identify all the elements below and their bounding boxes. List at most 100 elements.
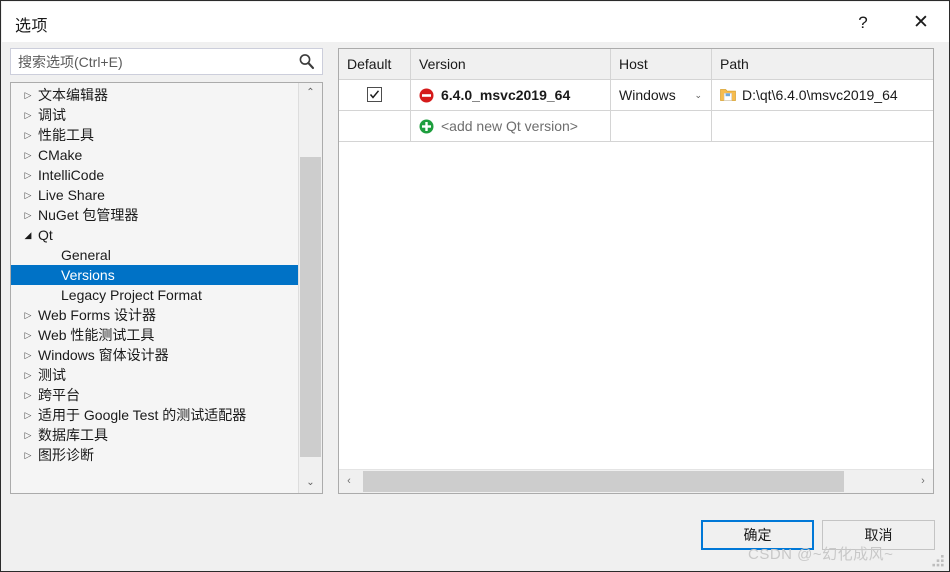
sidebar-item-label: 测试 — [38, 365, 66, 385]
table-horizontal-scrollbar[interactable]: ‹ › — [339, 469, 933, 493]
expander-collapsed-icon[interactable]: ▷ — [22, 145, 34, 165]
sidebar-item-[interactable]: ▷数据库工具 — [11, 425, 299, 445]
sidebar-item-label: Qt — [38, 225, 53, 245]
column-header-version[interactable]: Version — [411, 49, 611, 79]
scroll-down-icon[interactable]: ⌄ — [299, 473, 322, 493]
tree-scroll-thumb[interactable] — [300, 157, 321, 457]
tree-item-list: ▷文本编辑器▷调试▷性能工具▷CMake▷IntelliCode▷Live Sh… — [11, 85, 299, 465]
default-checkbox[interactable] — [367, 87, 382, 102]
expander-collapsed-icon[interactable]: ▷ — [22, 425, 34, 445]
folder-icon — [720, 88, 736, 102]
options-dialog: 选项 ? ✕ ▷文本编辑器▷调试▷性能工具▷CMake▷IntelliCode▷… — [0, 0, 950, 572]
tree-vertical-scrollbar[interactable]: ⌃ ⌄ — [298, 83, 322, 493]
question-mark-icon: ? — [840, 3, 886, 42]
sidebar-item-label: Legacy Project Format — [61, 285, 202, 305]
sidebar-item-qt[interactable]: ◢Qt — [11, 225, 299, 245]
expander-collapsed-icon[interactable]: ▷ — [22, 445, 34, 465]
host-label: Windows — [619, 80, 676, 110]
expander-collapsed-icon[interactable]: ▷ — [22, 105, 34, 125]
host-cell[interactable]: Windows ⌄ — [611, 80, 712, 110]
sidebar-item-label: 性能工具 — [38, 125, 94, 145]
sidebar-item-label: IntelliCode — [38, 165, 104, 185]
expander-collapsed-icon[interactable]: ▷ — [22, 85, 34, 105]
chevron-down-icon[interactable]: ⌄ — [694, 80, 702, 110]
plus-icon — [419, 119, 434, 134]
sidebar-item-[interactable]: ▷图形诊断 — [11, 445, 299, 465]
sidebar-item-[interactable]: ▷测试 — [11, 365, 299, 385]
expander-collapsed-icon[interactable]: ▷ — [22, 125, 34, 145]
column-header-path[interactable]: Path — [712, 49, 933, 79]
help-button[interactable]: ? — [840, 3, 886, 42]
expander-collapsed-icon[interactable]: ▷ — [22, 345, 34, 365]
expander-expanded-icon[interactable]: ◢ — [22, 225, 34, 245]
sidebar-item-[interactable]: ▷性能工具 — [11, 125, 299, 145]
scroll-right-icon[interactable]: › — [913, 470, 933, 492]
expander-collapsed-icon[interactable]: ▷ — [22, 185, 34, 205]
close-icon: ✕ — [898, 3, 944, 42]
add-version-cell[interactable]: <add new Qt version> — [411, 111, 611, 141]
expander-collapsed-icon[interactable]: ▷ — [22, 405, 34, 425]
sidebar-item-label: 图形诊断 — [38, 445, 94, 465]
expander-collapsed-icon[interactable]: ▷ — [22, 305, 34, 325]
expander-collapsed-icon[interactable]: ▷ — [22, 325, 34, 345]
error-icon — [419, 88, 434, 103]
sidebar-item-label: General — [61, 245, 111, 265]
sidebar-item-web[interactable]: ▷Web 性能测试工具 — [11, 325, 299, 345]
sidebar-item-cmake[interactable]: ▷CMake — [11, 145, 299, 165]
sidebar-item-intellicode[interactable]: ▷IntelliCode — [11, 165, 299, 185]
sidebar-item-[interactable]: ▷文本编辑器 — [11, 85, 299, 105]
default-cell[interactable] — [339, 80, 411, 110]
sidebar-item-label: 适用于 Google Test 的测试适配器 — [38, 405, 246, 425]
sidebar-item-windows[interactable]: ▷Windows 窗体设计器 — [11, 345, 299, 365]
path-cell[interactable]: D:\qt\6.4.0\msvc2019_64 — [712, 80, 933, 110]
expander-collapsed-icon[interactable]: ▷ — [22, 365, 34, 385]
qt-versions-table: Default Version Host Path 6.4.0_msvc2019… — [338, 48, 934, 494]
sidebar-item-label: CMake — [38, 145, 82, 165]
expander-collapsed-icon[interactable]: ▷ — [22, 385, 34, 405]
sidebar-item-label: Windows 窗体设计器 — [38, 345, 169, 365]
search-input[interactable] — [11, 49, 293, 74]
options-tree[interactable]: ▷文本编辑器▷调试▷性能工具▷CMake▷IntelliCode▷Live Sh… — [10, 82, 323, 494]
sidebar-item-label: Versions — [61, 265, 115, 285]
scroll-left-icon[interactable]: ‹ — [339, 470, 359, 492]
sidebar-item-[interactable]: ▷跨平台 — [11, 385, 299, 405]
watermark: CSDN @~幻化成风~ — [748, 543, 893, 564]
sidebar-item-label: 跨平台 — [38, 385, 80, 405]
search-icon — [297, 52, 317, 71]
checkmark-icon — [369, 89, 380, 100]
path-label: D:\qt\6.4.0\msvc2019_64 — [742, 80, 898, 110]
expander-collapsed-icon[interactable]: ▷ — [22, 205, 34, 225]
sidebar-item-label: 调试 — [38, 105, 66, 125]
sidebar-item-web-forms[interactable]: ▷Web Forms 设计器 — [11, 305, 299, 325]
search-box[interactable] — [10, 48, 323, 75]
column-header-host[interactable]: Host — [611, 49, 712, 79]
sidebar-item-legacy-project-format[interactable]: Legacy Project Format — [11, 285, 299, 305]
add-version-row[interactable]: <add new Qt version> — [339, 111, 933, 142]
resize-grip-icon[interactable] — [932, 555, 945, 568]
add-version-label: <add new Qt version> — [441, 111, 578, 141]
add-host-cell — [611, 111, 712, 141]
sidebar-item-versions[interactable]: Versions — [11, 265, 298, 285]
page-title: 选项 — [15, 12, 48, 36]
version-label: 6.4.0_msvc2019_64 — [441, 80, 570, 110]
add-default-cell — [339, 111, 411, 141]
sidebar-item-live-share[interactable]: ▷Live Share — [11, 185, 299, 205]
add-path-cell — [712, 111, 933, 141]
version-cell[interactable]: 6.4.0_msvc2019_64 — [411, 80, 611, 110]
table-row[interactable]: 6.4.0_msvc2019_64 Windows ⌄ D:\qt\6.4.0\… — [339, 80, 933, 111]
title-bar: 选项 ? ✕ — [2, 2, 950, 42]
sidebar-item-label: NuGet 包管理器 — [38, 205, 138, 225]
scroll-up-icon[interactable]: ⌃ — [299, 83, 322, 103]
column-header-default[interactable]: Default — [339, 49, 411, 79]
expander-collapsed-icon[interactable]: ▷ — [22, 165, 34, 185]
sidebar-item-google-test[interactable]: ▷适用于 Google Test 的测试适配器 — [11, 405, 299, 425]
sidebar-item-label: Web 性能测试工具 — [38, 325, 154, 345]
sidebar-item-nuget[interactable]: ▷NuGet 包管理器 — [11, 205, 299, 225]
table-scroll-thumb[interactable] — [363, 471, 844, 492]
sidebar-item-label: 文本编辑器 — [38, 85, 108, 105]
sidebar-item-label: Live Share — [38, 185, 105, 205]
close-button[interactable]: ✕ — [898, 3, 944, 42]
sidebar-item-general[interactable]: General — [11, 245, 299, 265]
sidebar-item-[interactable]: ▷调试 — [11, 105, 299, 125]
table-header-row: Default Version Host Path — [339, 49, 933, 80]
